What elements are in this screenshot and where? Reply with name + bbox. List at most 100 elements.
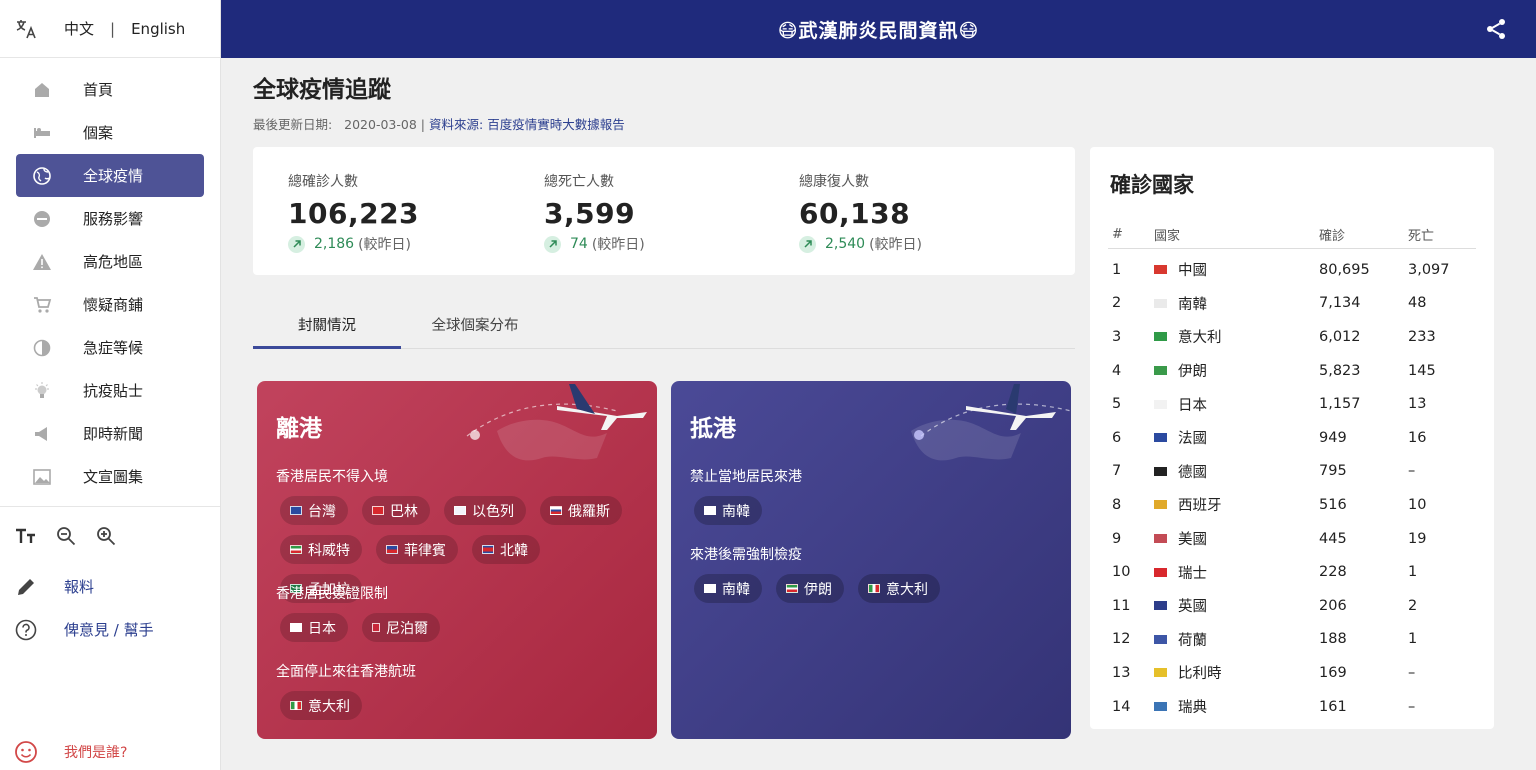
table-row: 13 比利時 169 – (1108, 656, 1476, 690)
depart-group-visa: 香港居民簽證限制 日本 尼泊爾 (276, 583, 636, 652)
sidebar-item-label: 高危地區 (83, 253, 144, 271)
country-name: 比利時 (1178, 666, 1222, 683)
country-chip[interactable]: 南韓 (694, 574, 762, 603)
source-label: 資料來源: (428, 117, 484, 132)
confirmed-countries-card: 確診國家 # 國家 確診 死亡 1 中國 80,695 3,097 2 南韓 7,134 48… (1090, 147, 1494, 729)
report-link[interactable]: 報料 (0, 565, 220, 608)
image-icon (32, 467, 52, 487)
sidebar-item-high-risk[interactable]: 高危地區 (16, 240, 204, 283)
sidebar-item-cases[interactable]: 個案 (16, 111, 204, 154)
country-chip[interactable]: 俄羅斯 (540, 496, 622, 525)
country-chips: 日本 尼泊爾 (276, 613, 636, 652)
arrive-group-resident-ban: 禁止當地居民來港 南韓 (690, 466, 1050, 535)
flag-icon (482, 545, 494, 554)
sidebar-item-news[interactable]: 即時新聞 (16, 412, 204, 455)
sidebar-item-ae-waiting[interactable]: 急症等候 (16, 326, 204, 369)
stat-value: 60,138 (799, 197, 911, 230)
country-cell: 日本 (1154, 394, 1319, 415)
share-icon[interactable] (1484, 17, 1508, 41)
country-chip[interactable]: 意大利 (858, 574, 940, 603)
country-chips: 南韓 (690, 496, 1050, 535)
confirmed-cell: 6,012 (1319, 328, 1361, 345)
table-row: 9 美國 445 19 (1108, 522, 1476, 556)
feedback-link[interactable]: 俾意見 / 幫手 (0, 608, 220, 651)
country-name: 意大利 (1178, 330, 1222, 347)
sidebar-nav: 首頁 個案 全球疫情 服務影響 高危地區 懷疑商鋪 急症等候 抗疫貼士 即時新聞… (0, 58, 220, 507)
deaths-cell: – (1408, 664, 1416, 681)
col-header-rank: # (1112, 227, 1123, 242)
country-chip[interactable]: 尼泊爾 (362, 613, 440, 642)
chip-label: 意大利 (886, 581, 928, 598)
change-value: 2,540 (825, 236, 866, 252)
country-chip[interactable]: 科威特 (280, 535, 362, 564)
about-us-link[interactable]: 我們是誰? (14, 740, 127, 764)
lang-en-link[interactable]: English (131, 20, 185, 38)
sidebar-item-tips[interactable]: 抗疫貼士 (16, 369, 204, 412)
sidebar-item-home[interactable]: 首頁 (16, 68, 204, 111)
sidebar-item-label: 個案 (83, 124, 114, 142)
country-cell: 意大利 (1154, 326, 1319, 347)
chip-label: 伊朗 (804, 581, 832, 598)
confirmed-cell: 7,134 (1319, 295, 1361, 312)
country-name: 美國 (1178, 532, 1207, 549)
stat-change: 74 (較昨日) (544, 234, 645, 254)
zoom-in-icon[interactable] (94, 524, 118, 548)
source-link[interactable]: 百度疫情實時大數據報告 (487, 117, 625, 132)
flag-icon (290, 506, 302, 515)
country-cell: 英國 (1154, 595, 1319, 616)
col-header-confirmed: 確診 (1319, 229, 1346, 244)
bed-icon (32, 123, 52, 143)
lang-zh-link[interactable]: 中文 (64, 18, 94, 39)
flag-icon (1154, 399, 1167, 409)
sidebar-item-shops[interactable]: 懷疑商鋪 (16, 283, 204, 326)
rank-cell: 3 (1112, 328, 1122, 345)
rank-cell: 12 (1112, 631, 1131, 648)
stat-label: 總確診人數 (288, 174, 358, 190)
sidebar-item-services[interactable]: 服務影響 (16, 197, 204, 240)
country-chip[interactable]: 台灣 (280, 496, 348, 525)
translate-icon[interactable] (14, 17, 38, 41)
deaths-cell: 1 (1408, 564, 1418, 581)
country-chip[interactable]: 日本 (280, 613, 348, 642)
rank-cell: 4 (1112, 362, 1122, 379)
group-title: 來港後需強制檢疫 (690, 547, 802, 563)
col-header-deaths: 死亡 (1408, 229, 1435, 244)
flag-icon (372, 623, 380, 632)
table-row: 10 瑞士 228 1 (1108, 555, 1476, 589)
country-chip[interactable]: 巴林 (362, 496, 430, 525)
country-chip[interactable]: 北韓 (472, 535, 540, 564)
flag-icon (1154, 500, 1167, 510)
chip-label: 北韓 (500, 542, 528, 559)
tab-global-distribution[interactable]: 全球個案分布 (401, 305, 549, 349)
country-chip[interactable]: 伊朗 (776, 574, 844, 603)
feedback-label: 俾意見 / 幫手 (64, 621, 154, 639)
country-chip[interactable]: 以色列 (444, 496, 526, 525)
about-us-label: 我們是誰? (64, 745, 128, 761)
flag-icon (786, 584, 798, 593)
table-row: 6 法國 949 16 (1108, 421, 1476, 455)
flag-icon (1154, 332, 1167, 342)
chip-label: 日本 (308, 620, 336, 637)
text-tools (0, 507, 220, 565)
tab-border-control[interactable]: 封關情況 (253, 305, 401, 349)
rank-cell: 6 (1112, 429, 1122, 446)
deaths-cell: – (1408, 463, 1416, 480)
rank-cell: 13 (1112, 664, 1131, 681)
chip-label: 科威特 (308, 542, 350, 559)
country-name: 南韓 (1178, 296, 1207, 313)
country-chip[interactable]: 意大利 (280, 691, 362, 720)
departure-heading: 離港 (276, 416, 322, 442)
country-chip[interactable]: 菲律賓 (376, 535, 458, 564)
summary-stats: 總確診人數 106,223 2,186 (較昨日) 總死亡人數 3,599 74… (253, 147, 1075, 275)
update-meta: 最後更新日期: 2020-03-08 | 資料來源: 百度疫情實時大數據報告 (253, 114, 625, 133)
country-chip[interactable]: 南韓 (694, 496, 762, 525)
table-row: 3 意大利 6,012 233 (1108, 320, 1476, 354)
zoom-out-icon[interactable] (54, 524, 78, 548)
sidebar-item-global[interactable]: 全球疫情 (16, 154, 204, 197)
warning-icon (32, 252, 52, 272)
country-cell: 西班牙 (1154, 494, 1319, 515)
sidebar-item-gallery[interactable]: 文宣圖集 (16, 455, 204, 498)
deaths-cell: 19 (1408, 530, 1427, 547)
font-size-icon[interactable] (14, 524, 38, 548)
flag-icon (1154, 567, 1167, 577)
